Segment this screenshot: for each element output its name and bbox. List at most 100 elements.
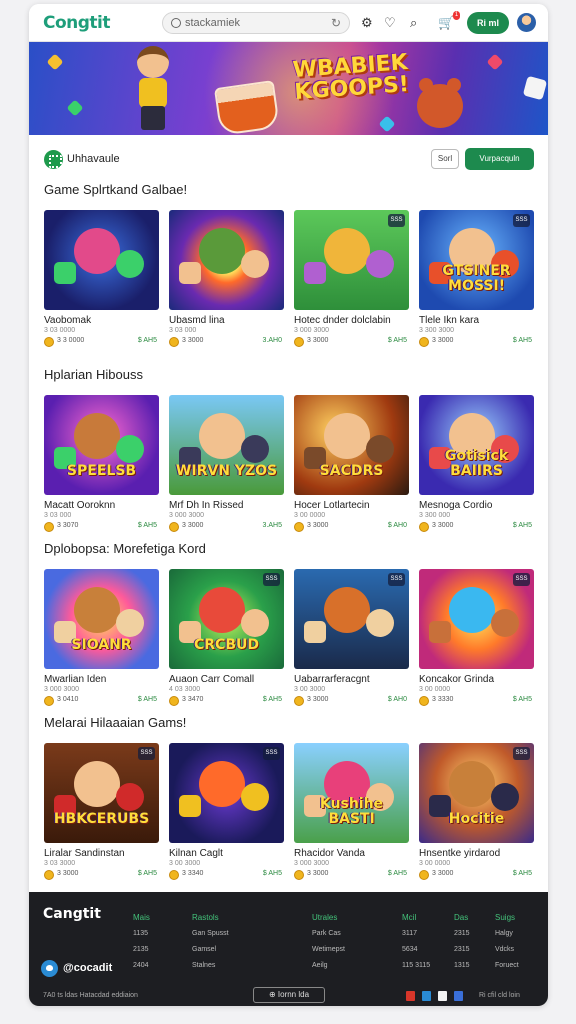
game-title[interactable]: Uabarrarferacgnt [294, 674, 370, 685]
game-thumbnail[interactable]: GTSINER MOSSI! SSS [419, 210, 534, 310]
game-thumbnail[interactable]: WIRVN YZOS [169, 395, 284, 495]
card-meta-row: 3 3330 $ AH5 [419, 695, 534, 707]
game-thumbnail[interactable]: Kushihe BASTI [294, 743, 409, 843]
game-title[interactable]: Rhacidor Vanda [294, 848, 365, 859]
footer-link[interactable]: 2315 [454, 942, 470, 958]
game-title[interactable]: Mesnoga Cordio [419, 500, 492, 511]
search-input[interactable]: stackamiek ↻ [162, 12, 350, 34]
coin-icon [169, 522, 179, 532]
social-handle[interactable]: @cocadit [63, 962, 112, 974]
game-card[interactable]: SSS Koncakor Grinda 3 00 0000 3 3330 $ AH5 [419, 569, 534, 709]
game-card[interactable]: SSS Uabarrarferacgnt 3 00 3000 3 3000 $ AH0 [294, 569, 409, 709]
refresh-icon[interactable]: ↻ [331, 16, 341, 30]
footer-link[interactable]: Foruect [495, 958, 519, 974]
game-card[interactable]: Ubasmd lina 3 03 000 3 3000 3.AH0 [169, 210, 284, 350]
hero-banner[interactable]: WBABIEK KGOOPS! [29, 42, 548, 135]
character-art [241, 783, 269, 811]
game-title[interactable]: Liralar Sandinstan [44, 848, 125, 859]
settings-icon[interactable]: ⚙ [361, 15, 373, 31]
game-card[interactable]: Hocitie SSS Hnsentke yirdarod 3 00 0000 3 30… [419, 743, 534, 883]
heart-icon[interactable]: ♡ [384, 15, 396, 31]
game-title[interactable]: Macatt Ooroknn [44, 500, 115, 511]
footer-link[interactable]: Park Cas [312, 926, 345, 942]
game-card[interactable]: SSS Kilnan Caglt 3 00 3000 3 3340 $ AH5 [169, 743, 284, 883]
character-art [116, 609, 144, 637]
game-rating: 3 3470 [182, 696, 204, 703]
game-title[interactable]: Koncakor Grinda [419, 674, 494, 685]
footer-column: Mais 1135 2135 2404 [133, 910, 150, 974]
card-meta-row: 3 3000 $ AH0 [294, 695, 409, 707]
game-thumbnail[interactable]: CRCBUD SSS [169, 569, 284, 669]
avatar[interactable] [517, 13, 536, 32]
footer-link[interactable]: 5634 [402, 942, 430, 958]
game-section: Game Splrtkand Galbae! Vaobomak 3 03 0000 3… [29, 182, 548, 347]
character-art [179, 795, 201, 817]
game-thumbnail[interactable]: Gotisick BAIIRS [419, 395, 534, 495]
game-card[interactable]: Vaobomak 3 03 0000 3 3 0000 $ AH5 [44, 210, 159, 350]
footer-link[interactable]: 115 3115 [402, 958, 430, 974]
game-thumbnail[interactable]: SSS [419, 569, 534, 669]
footer-link[interactable]: Vdcks [495, 942, 519, 958]
thumbnail-badge: SSS [388, 573, 405, 586]
game-thumbnail[interactable] [169, 210, 284, 310]
game-title[interactable]: Hotec dnder dolclabin [294, 315, 391, 326]
footer-link[interactable]: Halgy [495, 926, 519, 942]
footer-link[interactable]: Wetimepst [312, 942, 345, 958]
game-rating: 3 3000 [182, 522, 204, 529]
cart-icon[interactable]: 🛒 1 [438, 11, 461, 31]
sort-button[interactable]: Sorl [431, 149, 459, 169]
game-card[interactable]: GTSINER MOSSI! SSS Tlele Ikn kara 3 300 300… [419, 210, 534, 350]
magnifier-icon[interactable]: ⌕ [410, 15, 417, 31]
game-title[interactable]: Vaobomak [44, 315, 91, 326]
game-price: $ AH5 [137, 337, 157, 344]
game-card[interactable]: WIRVN YZOS Mrf Dh In Rissed 3 000 3000 3 30… [169, 395, 284, 535]
footer-link[interactable]: 2315 [454, 926, 470, 942]
header-action-button[interactable]: Ri ml [467, 12, 509, 34]
character-art [241, 435, 269, 463]
game-card[interactable]: SIOANR Mwarlian Iden 3 000 3000 3 0410 $ AH5 [44, 569, 159, 709]
category-label[interactable]: Uhhavaule [67, 153, 120, 165]
game-thumbnail[interactable]: SACDRS [294, 395, 409, 495]
twitter-icon[interactable] [41, 960, 58, 977]
primary-action-button[interactable]: Vurpacquln [465, 148, 534, 170]
game-thumbnail[interactable]: SSS [294, 210, 409, 310]
game-card[interactable]: SSS Hotec dnder dolclabin 3 000 3000 3 3000… [294, 210, 409, 350]
footer-link[interactable]: 1315 [454, 958, 470, 974]
game-thumbnail[interactable]: SSS [294, 569, 409, 669]
game-card[interactable]: SACDRS Hocer Lotlartecin 3 00 0000 3 3000 $ … [294, 395, 409, 535]
footer-link[interactable]: Aeilg [312, 958, 345, 974]
footer-link[interactable]: 2135 [133, 942, 150, 958]
footer-link[interactable]: Gamsel [192, 942, 229, 958]
game-thumbnail[interactable]: SPEELSB [44, 395, 159, 495]
game-card[interactable]: SPEELSB Macatt Ooroknn 3 03 000 3 3070 $ AH5 [44, 395, 159, 535]
language-selector[interactable]: ⊕ Iornn lda [253, 987, 325, 1003]
game-thumbnail[interactable]: SIOANR [44, 569, 159, 669]
game-subtitle: 3 300 000 [419, 512, 451, 519]
game-thumbnail[interactable]: HBKCERUBS SSS [44, 743, 159, 843]
game-title[interactable]: Hocer Lotlartecin [294, 500, 370, 511]
footer-link[interactable]: Stalnes [192, 958, 229, 974]
gem-decoration [46, 53, 64, 71]
footer-logo[interactable]: Cangtit [43, 906, 101, 922]
game-title[interactable]: Mrf Dh In Rissed [169, 500, 243, 511]
game-title[interactable]: Kilnan Caglt [169, 848, 223, 859]
game-title[interactable]: Tlele Ikn kara [419, 315, 479, 326]
game-title[interactable]: Hnsentke yirdarod [419, 848, 500, 859]
footer-link[interactable]: Gan Spusst [192, 926, 229, 942]
footer-link[interactable]: 1135 [133, 926, 150, 942]
site-logo[interactable]: Congtit [43, 13, 111, 33]
footer-link[interactable]: 2404 [133, 958, 150, 974]
footer-link[interactable]: 3117 [402, 926, 430, 942]
category-icon[interactable] [44, 150, 63, 169]
game-card[interactable]: Kushihe BASTI Rhacidor Vanda 3 000 3000 3 3… [294, 743, 409, 883]
game-title[interactable]: Mwarlian Iden [44, 674, 106, 685]
game-price: $ AH0 [387, 522, 407, 529]
game-thumbnail[interactable]: Hocitie SSS [419, 743, 534, 843]
game-card[interactable]: HBKCERUBS SSS Liralar Sandinstan 3 03 3000 3… [44, 743, 159, 883]
game-title[interactable]: Ubasmd lina [169, 315, 225, 326]
game-card[interactable]: Gotisick BAIIRS Mesnoga Cordio 3 300 000 3 … [419, 395, 534, 535]
game-thumbnail[interactable]: SSS [169, 743, 284, 843]
game-card[interactable]: CRCBUD SSS Auaon Carr Comall 4 03 3000 3 347… [169, 569, 284, 709]
game-thumbnail[interactable] [44, 210, 159, 310]
game-title[interactable]: Auaon Carr Comall [169, 674, 254, 685]
